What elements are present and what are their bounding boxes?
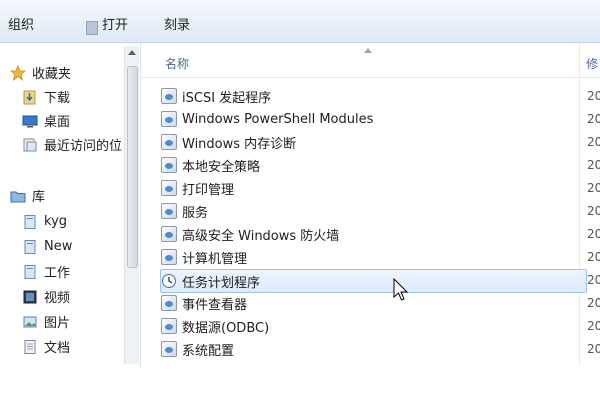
list-item-label: 任务计划程序 xyxy=(182,275,261,291)
list-item-label: 本地安全策略 xyxy=(182,159,261,175)
list-item-computer-management[interactable]: 计算机管理 xyxy=(161,246,586,268)
list-item-event-viewer[interactable]: 事件查看器 xyxy=(161,292,586,314)
nav-label: New xyxy=(44,238,73,254)
system-config-icon xyxy=(161,341,177,357)
task-scheduler-icon xyxy=(161,273,177,289)
explorer-window: 组织 打开 刻录 收藏夹 下载 桌面 最近访问的位 库 kyg New 工作 视… xyxy=(0,0,600,366)
nav-label: kyg xyxy=(44,213,68,229)
memory-diagnostic-icon xyxy=(161,134,177,150)
nav-favorites[interactable]: 收藏夹 xyxy=(9,61,72,83)
list-item-modified: 20 xyxy=(587,89,600,103)
burn-button[interactable]: 刻录 xyxy=(164,18,190,34)
list-item-label: 计算机管理 xyxy=(182,251,248,267)
list-item-label: iSCSI 发起程序 xyxy=(182,90,272,106)
list-item-modified: 20 xyxy=(587,296,600,310)
powershell-icon xyxy=(161,111,177,127)
list-item-odbc[interactable]: 数据源(ODBC) xyxy=(161,315,586,337)
nav-library-work[interactable]: 工作 xyxy=(22,260,70,282)
nav-library-documents[interactable]: 文档 xyxy=(22,335,70,357)
list-item-local-security-policy[interactable]: 本地安全策略 xyxy=(161,154,586,176)
sort-ascending-icon xyxy=(364,48,372,53)
computer-management-icon xyxy=(161,249,177,265)
column-header-name[interactable]: 名称 xyxy=(165,55,189,72)
list-item-modified: 20 xyxy=(587,112,600,126)
nav-label: 文档 xyxy=(44,340,71,356)
nav-scrollbar-thumb[interactable] xyxy=(127,66,138,268)
list-item-system-configuration[interactable]: 系统配置 xyxy=(161,338,586,360)
nav-label: 图片 xyxy=(44,315,71,331)
services-icon xyxy=(161,203,177,219)
nav-library-video[interactable]: 视频 xyxy=(22,285,70,307)
list-item-modified: 20 xyxy=(587,273,600,287)
column-header-modified[interactable]: 修 xyxy=(586,55,598,72)
list-item-label: 数据源(ODBC) xyxy=(182,320,270,336)
library-folder-icon xyxy=(22,264,38,279)
nav-label: 收藏夹 xyxy=(32,66,72,82)
list-item-memory-diagnostic[interactable]: Windows 内存诊断 xyxy=(161,131,586,153)
command-bar: 组织 打开 刻录 xyxy=(0,0,600,43)
list-item-task-scheduler[interactable]: 任务计划程序 xyxy=(160,269,587,293)
download-folder-icon xyxy=(22,89,38,105)
file-list: 名称 修 iSCSI 发起程序 20 Windows PowerShell Mo… xyxy=(141,43,600,366)
nav-desktop[interactable]: 桌面 xyxy=(22,109,70,131)
nav-libraries[interactable]: 库 xyxy=(10,184,45,206)
list-item-modified: 20 xyxy=(587,227,600,241)
documents-library-icon xyxy=(22,339,38,354)
nav-scrollbar[interactable] xyxy=(124,46,139,364)
organize-button[interactable]: 组织 xyxy=(8,18,34,34)
list-item-label: Windows PowerShell Modules xyxy=(182,111,374,127)
library-folder-icon xyxy=(22,214,38,229)
event-viewer-icon xyxy=(161,295,177,311)
nav-label: 下载 xyxy=(44,90,71,106)
desktop-icon xyxy=(22,113,38,128)
navigation-pane: 收藏夹 下载 桌面 最近访问的位 库 kyg New 工作 视频 图片 文档 xyxy=(0,43,141,366)
list-item-modified: 20 xyxy=(587,204,600,218)
nav-library-pictures[interactable]: 图片 xyxy=(22,310,70,332)
scroll-up-arrow-icon[interactable] xyxy=(128,50,136,55)
library-folder-icon xyxy=(22,239,38,254)
firewall-icon xyxy=(161,226,177,242)
recent-places-icon xyxy=(22,137,38,152)
nav-library-kyg[interactable]: kyg xyxy=(22,210,67,232)
pictures-library-icon xyxy=(22,314,38,328)
list-item-modified: 20 xyxy=(587,158,600,172)
list-item-label: 系统配置 xyxy=(182,343,235,359)
list-item-modified: 20 xyxy=(587,319,600,333)
open-icon xyxy=(86,21,98,35)
iscsi-icon xyxy=(161,88,177,104)
list-item-modified: 20 xyxy=(587,181,600,195)
odbc-icon xyxy=(161,318,177,334)
star-icon xyxy=(9,64,27,82)
list-item-label: 事件查看器 xyxy=(182,297,248,313)
list-item-label: 服务 xyxy=(182,205,209,221)
list-item-firewall[interactable]: 高级安全 Windows 防火墙 xyxy=(161,223,586,245)
list-item-modified: 20 xyxy=(587,250,600,264)
print-management-icon xyxy=(161,180,177,196)
nav-recent-places[interactable]: 最近访问的位 xyxy=(22,133,122,155)
list-item-powershell-modules[interactable]: Windows PowerShell Modules xyxy=(161,108,586,130)
list-item-label: Windows 内存诊断 xyxy=(182,136,297,152)
open-button[interactable]: 打开 xyxy=(102,18,128,34)
security-policy-icon xyxy=(161,157,177,173)
mouse-pointer-icon xyxy=(393,278,409,301)
list-item-print-management[interactable]: 打印管理 xyxy=(161,177,586,199)
library-icon xyxy=(10,188,26,203)
nav-label: 库 xyxy=(32,189,46,205)
nav-library-new[interactable]: New xyxy=(22,235,72,257)
nav-label: 最近访问的位 xyxy=(44,138,123,154)
list-item-modified: 20 xyxy=(587,135,600,149)
list-item-iscsi[interactable]: iSCSI 发起程序 xyxy=(161,85,586,107)
nav-label: 桌面 xyxy=(44,114,71,130)
nav-downloads[interactable]: 下载 xyxy=(22,85,70,107)
column-header-row: 名称 修 xyxy=(141,43,600,78)
list-item-label: 打印管理 xyxy=(182,182,235,198)
list-item-modified: 20 xyxy=(587,342,600,356)
video-library-icon xyxy=(22,289,38,304)
nav-label: 工作 xyxy=(44,265,71,281)
list-item-services[interactable]: 服务 xyxy=(161,200,586,222)
list-item-label: 高级安全 Windows 防火墙 xyxy=(182,228,340,244)
nav-label: 视频 xyxy=(44,290,71,306)
